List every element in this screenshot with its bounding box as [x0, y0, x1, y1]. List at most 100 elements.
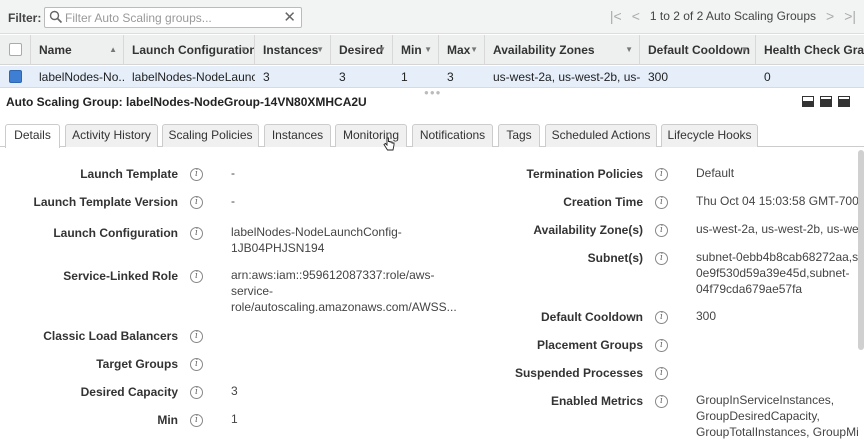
- column-header-label: Min: [401, 43, 422, 57]
- tab-details[interactable]: Details: [5, 124, 60, 148]
- column-header-health-check-grace[interactable]: Health Check Grac: [756, 35, 864, 65]
- tab-tags[interactable]: Tags: [498, 124, 540, 147]
- search-icon: [49, 10, 63, 24]
- first-page-icon[interactable]: |<: [610, 9, 622, 23]
- sort-icon: ▼: [424, 45, 432, 54]
- value-line: 0e9f530d59a39e45d,subnet-: [696, 266, 850, 280]
- detail-scrollbar[interactable]: [858, 150, 864, 350]
- sort-icon: ▼: [470, 45, 478, 54]
- cell-name: labelNodes-No...: [39, 70, 124, 84]
- field-value-creation-time: Thu Oct 04 15:03:58 GMT-700 20: [696, 194, 858, 208]
- hand-cursor-icon: [383, 137, 395, 151]
- field-value-launch-template-version: -: [231, 194, 235, 208]
- field-label-launch-template: Launch Template: [80, 167, 178, 181]
- pagination: |< < 1 to 2 of 2 Auto Scaling Groups > >…: [610, 9, 856, 23]
- detail-tabs: Details Activity History Scaling Policie…: [0, 124, 864, 148]
- pane-medium-icon[interactable]: [820, 96, 832, 107]
- table-row[interactable]: labelNodes-No... labelNodes-NodeLaunc...…: [0, 66, 864, 88]
- field-label-desired-capacity: Desired Capacity: [80, 385, 178, 399]
- cell-min: 1: [401, 70, 408, 84]
- field-value-default-cooldown: 300: [696, 309, 717, 323]
- value-line: labelNodes-NodeLaunchConfig-: [231, 225, 402, 239]
- field-label-suspended-processes: Suspended Processes: [514, 366, 643, 380]
- column-header-label: Name: [39, 43, 72, 57]
- field-label-placement-groups: Placement Groups: [536, 338, 643, 352]
- cell-health-check-grace: 0: [764, 70, 771, 84]
- sort-icon: ▼: [378, 45, 386, 54]
- info-icon[interactable]: i: [655, 196, 668, 209]
- column-header-label: Launch Configuration /: [132, 43, 255, 57]
- value-line: service-: [231, 284, 274, 298]
- pane-small-icon[interactable]: [802, 96, 814, 107]
- column-header-launch-config[interactable]: Launch Configuration / ▼: [124, 35, 255, 65]
- column-header-label: Instances: [263, 43, 319, 57]
- info-icon[interactable]: i: [190, 168, 203, 181]
- field-label-default-cooldown: Default Cooldown: [541, 310, 643, 324]
- field-label-enabled-metrics: Enabled Metrics: [550, 394, 643, 408]
- tab-activity-history[interactable]: Activity History: [65, 124, 158, 147]
- tab-scaling-policies[interactable]: Scaling Policies: [162, 124, 259, 147]
- select-all-cell: [0, 35, 31, 65]
- filter-input[interactable]: [65, 10, 275, 25]
- column-header-name[interactable]: Name ▲: [31, 35, 124, 65]
- column-header-label: Default Cooldown: [648, 43, 750, 57]
- prev-page-icon[interactable]: <: [632, 9, 640, 23]
- info-icon[interactable]: i: [190, 227, 203, 240]
- value-line: 04f79cda679ae57fa: [696, 282, 803, 296]
- tab-notifications[interactable]: Notifications: [412, 124, 493, 147]
- field-label-launch-template-version: Launch Template Version: [33, 195, 178, 209]
- info-icon[interactable]: i: [655, 252, 668, 265]
- sort-icon: ▼: [741, 45, 749, 54]
- column-header-default-cooldown[interactable]: Default Cooldown ▼: [640, 35, 756, 65]
- column-header-max[interactable]: Max ▼: [439, 35, 485, 65]
- info-icon[interactable]: i: [655, 224, 668, 237]
- info-icon[interactable]: i: [655, 339, 668, 352]
- clear-icon[interactable]: ✕: [283, 10, 296, 25]
- info-icon[interactable]: i: [190, 414, 203, 427]
- next-page-icon[interactable]: >: [826, 9, 834, 23]
- cell-instances: 3: [263, 70, 270, 84]
- field-value-desired-capacity: 3: [231, 384, 238, 398]
- pane-large-icon[interactable]: [838, 96, 850, 107]
- info-icon[interactable]: i: [655, 395, 668, 408]
- last-page-icon[interactable]: >|: [844, 9, 856, 23]
- field-value-min: 1: [231, 412, 238, 426]
- pane-view-toggles: [802, 96, 850, 107]
- info-icon[interactable]: i: [655, 311, 668, 324]
- field-value-service-linked-role: arn:aws:iam::959612087337:role/aws- serv…: [231, 267, 457, 315]
- info-icon[interactable]: i: [655, 168, 668, 181]
- field-value-launch-configuration[interactable]: labelNodes-NodeLaunchConfig- 1JB04PHJSN1…: [231, 224, 402, 256]
- field-value-termination-policies: Default: [696, 166, 735, 180]
- column-header-desired[interactable]: Desired ▼: [331, 35, 393, 65]
- field-label-min: Min: [157, 413, 178, 427]
- column-header-label: Max: [447, 43, 471, 57]
- field-value-subnets: subnet-0ebb4b8cab68272aa,sub 0e9f530d59a…: [696, 249, 858, 297]
- info-icon[interactable]: i: [190, 358, 203, 371]
- tab-scheduled-actions[interactable]: Scheduled Actions: [545, 124, 657, 147]
- field-label-termination-policies: Termination Policies: [526, 167, 643, 181]
- info-icon[interactable]: i: [190, 270, 203, 283]
- column-header-availability-zones[interactable]: Availability Zones ▼: [485, 35, 640, 65]
- pane-resize-handle[interactable]: ●●●: [424, 88, 442, 97]
- field-value-enabled-metrics: GroupInServiceInstances, GroupDesiredCap…: [696, 392, 858, 440]
- info-icon[interactable]: i: [190, 386, 203, 399]
- column-header-instances[interactable]: Instances ▼: [255, 35, 331, 65]
- filter-label: Filter:: [8, 11, 42, 25]
- filter-search-box[interactable]: ✕: [44, 7, 302, 28]
- info-icon[interactable]: i: [190, 196, 203, 209]
- info-icon[interactable]: i: [190, 330, 203, 343]
- column-header-min[interactable]: Min ▼: [393, 35, 439, 65]
- value-line: GroupDesiredCapacity,: [696, 409, 820, 423]
- cell-default-cooldown: 300: [648, 70, 669, 84]
- field-label-creation-time: Creation Time: [563, 195, 643, 209]
- column-header-label: Desired: [339, 43, 384, 57]
- tab-instances[interactable]: Instances: [264, 124, 331, 147]
- tab-lifecycle-hooks[interactable]: Lifecycle Hooks: [661, 124, 758, 147]
- column-header-label: Availability Zones: [493, 43, 595, 57]
- tab-monitoring[interactable]: Monitoring: [335, 124, 407, 147]
- select-all-checkbox[interactable]: [9, 43, 22, 56]
- info-icon[interactable]: i: [655, 367, 668, 380]
- value-line: GroupTotalInstances, GroupMinS: [696, 425, 858, 439]
- value-line: GroupInServiceInstances,: [696, 393, 835, 407]
- row-checkbox[interactable]: [9, 70, 22, 83]
